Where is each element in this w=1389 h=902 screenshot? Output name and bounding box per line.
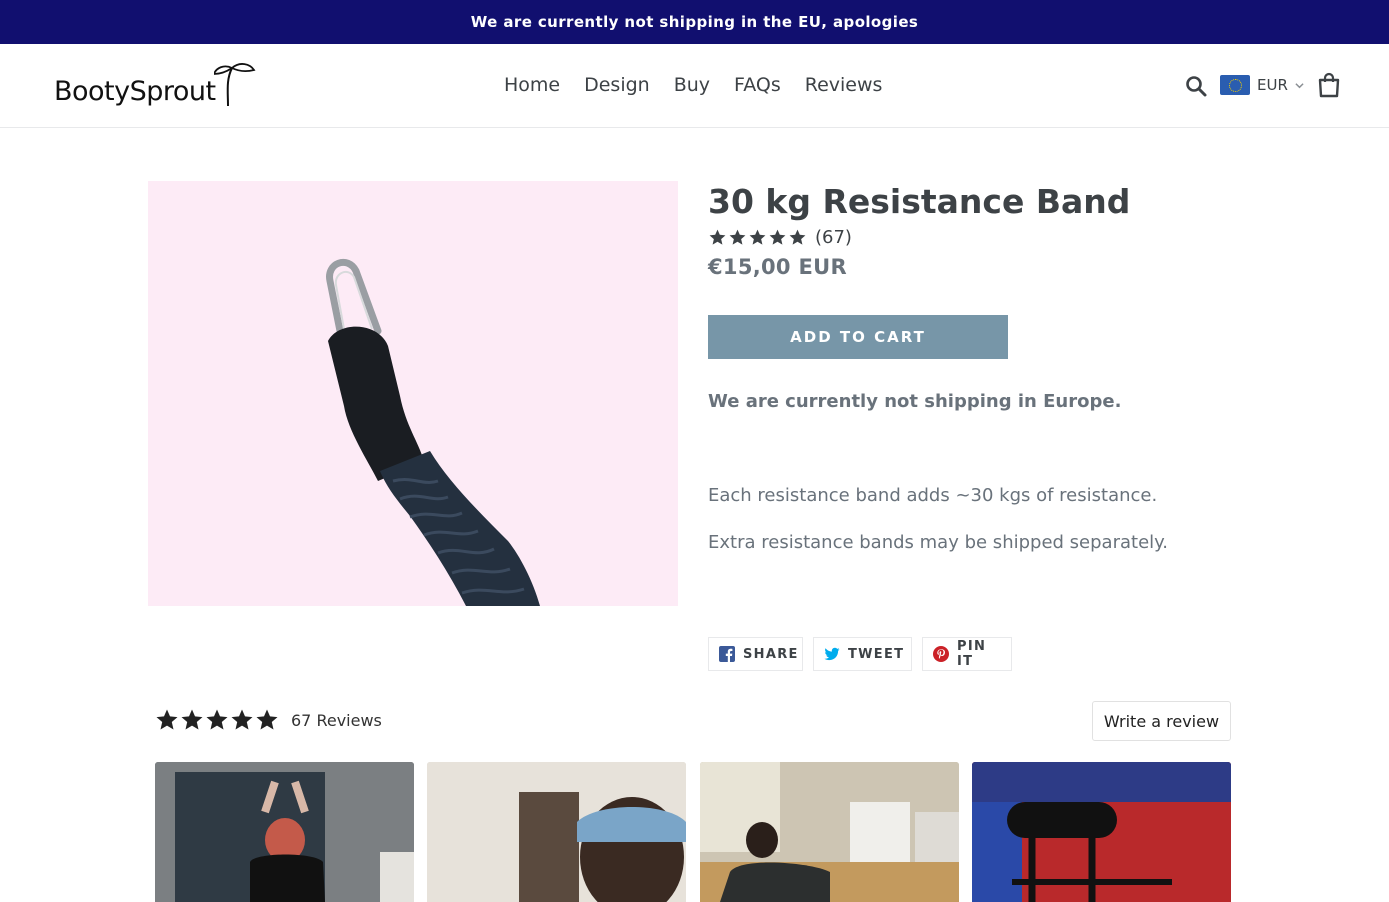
review-photo-3-image: [700, 762, 959, 902]
share-facebook-button[interactable]: SHARE: [708, 637, 803, 671]
write-review-button[interactable]: Write a review: [1092, 701, 1231, 741]
reviews-stars: [155, 708, 279, 732]
resistance-band-image: [326, 258, 540, 606]
product-description-line: Each resistance band adds ~30 kgs of res…: [708, 485, 1158, 506]
rating-stars: [708, 228, 807, 247]
star-icon: [729, 229, 746, 245]
search-icon[interactable]: [1184, 74, 1208, 98]
nav-reviews[interactable]: Reviews: [793, 72, 895, 98]
product-rating[interactable]: (67): [708, 227, 852, 248]
main-nav: Home Design Buy FAQs Reviews: [492, 72, 894, 98]
reviews-count: 67 Reviews: [291, 710, 382, 730]
review-photo-4-image: [972, 762, 1231, 902]
currency-code: EUR: [1257, 76, 1288, 94]
product-image[interactable]: [148, 181, 678, 606]
chevron-down-icon: [1295, 82, 1304, 88]
reviews-summary: 67 Reviews: [155, 708, 382, 732]
facebook-icon: [719, 646, 735, 662]
star-icon: [231, 709, 253, 730]
review-photo-1-image: [155, 762, 414, 902]
star-icon: [789, 229, 806, 245]
star-icon: [181, 709, 203, 730]
site-header: BootySprout Home Design Buy FAQs Reviews…: [0, 44, 1389, 128]
review-photo-2[interactable]: [427, 762, 686, 902]
announcement-bar: We are currently not shipping in the EU,…: [0, 0, 1389, 44]
product-price: €15,00 EUR: [708, 255, 847, 279]
sprout-icon: [214, 63, 256, 107]
logo-text: BootySprout: [54, 76, 216, 107]
nav-home[interactable]: Home: [492, 72, 572, 98]
star-icon: [709, 229, 726, 245]
star-icon: [206, 709, 228, 730]
review-photo-4[interactable]: [972, 762, 1231, 902]
add-to-cart-button[interactable]: ADD TO CART: [708, 315, 1008, 359]
eu-flag-icon: [1220, 75, 1250, 95]
currency-selector[interactable]: EUR: [1220, 75, 1304, 95]
share-twitter-button[interactable]: TWEET: [813, 637, 912, 671]
nav-faqs[interactable]: FAQs: [722, 72, 793, 98]
share-facebook-label: SHARE: [743, 646, 799, 662]
announcement-text: We are currently not shipping in the EU,…: [470, 13, 919, 31]
review-photo-1[interactable]: [155, 762, 414, 902]
nav-design[interactable]: Design: [572, 72, 662, 98]
review-photo-3[interactable]: [700, 762, 959, 902]
review-photo-2-image: [427, 762, 686, 902]
rating-count: (67): [815, 227, 852, 248]
shipping-notice: We are currently not shipping in Europe.: [708, 391, 1122, 412]
star-icon: [769, 229, 786, 245]
share-pinterest-label: PIN IT: [957, 639, 987, 669]
pinterest-icon: [933, 646, 949, 662]
share-twitter-label: TWEET: [848, 646, 905, 662]
share-pinterest-button[interactable]: PIN IT: [922, 637, 1012, 671]
product-description-line: Extra resistance bands may be shipped se…: [708, 532, 1168, 553]
product-title: 30 kg Resistance Band: [708, 182, 1131, 221]
star-icon: [256, 709, 278, 730]
cart-icon[interactable]: [1316, 72, 1342, 98]
nav-buy[interactable]: Buy: [662, 72, 722, 98]
twitter-icon: [824, 647, 840, 661]
star-icon: [156, 709, 178, 730]
logo[interactable]: BootySprout: [54, 62, 264, 112]
star-icon: [749, 229, 766, 245]
